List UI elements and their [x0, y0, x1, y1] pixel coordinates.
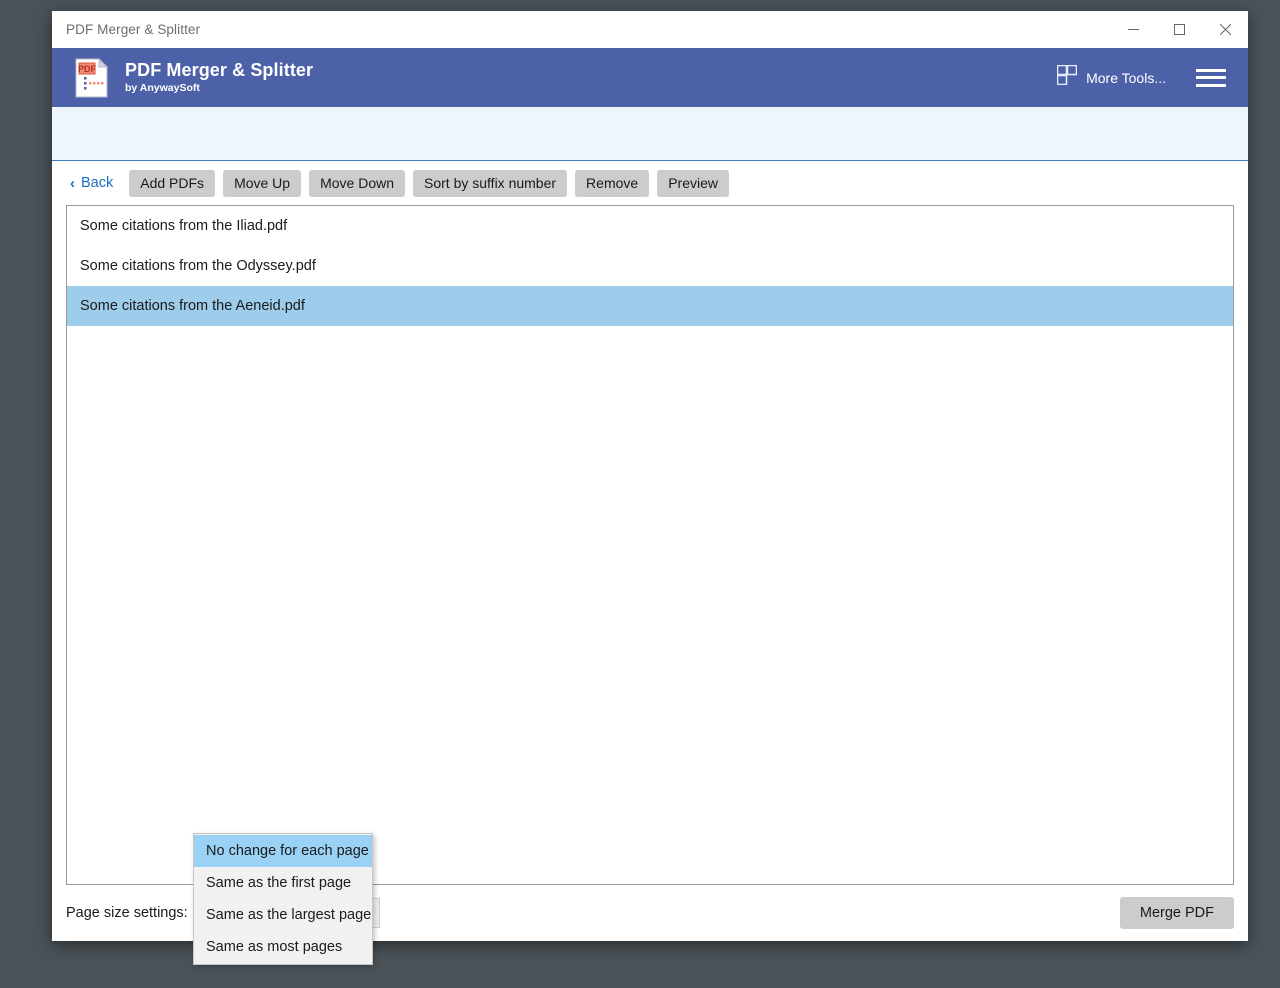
hamburger-menu-icon[interactable]	[1196, 66, 1226, 90]
grid-tools-icon	[1056, 64, 1078, 90]
file-list-container: Some citations from the Iliad.pdf Some c…	[52, 205, 1248, 885]
svg-text:PDF: PDF	[78, 64, 97, 74]
hamburger-bar	[1196, 83, 1226, 87]
toolbar: ‹ Back Add PDFs Move Up Move Down Sort b…	[52, 161, 1248, 205]
dropdown-option-first-page[interactable]: Same as the first page	[194, 867, 372, 899]
move-up-button[interactable]: Move Up	[223, 169, 302, 197]
hamburger-bar	[1196, 76, 1226, 79]
app-title-block: PDF Merger & Splitter by AnywaySoft	[125, 59, 314, 95]
dropdown-option-most-pages[interactable]: Same as most pages	[194, 931, 372, 963]
move-down-button[interactable]: Move Down	[309, 169, 406, 197]
list-item[interactable]: Some citations from the Aeneid.pdf	[67, 286, 1233, 326]
chevron-left-icon: ‹	[70, 174, 75, 192]
window-title: PDF Merger & Splitter	[66, 21, 201, 37]
app-vendor: by AnywaySoft	[125, 82, 200, 95]
close-icon[interactable]	[1202, 11, 1248, 47]
back-button[interactable]: ‹ Back	[66, 172, 121, 194]
merge-pdf-button[interactable]: Merge PDF	[1119, 897, 1234, 929]
dropdown-option-no-change[interactable]: No change for each page	[194, 835, 372, 867]
dropdown-option-largest-page[interactable]: Same as the largest page	[194, 899, 372, 931]
minimize-icon[interactable]	[1110, 11, 1156, 47]
app-header: PDF PDF Merger & Splitter by AnywaySoft	[52, 48, 1248, 107]
list-item[interactable]: Some citations from the Iliad.pdf	[67, 206, 1233, 246]
list-item[interactable]: Some citations from the Odyssey.pdf	[67, 246, 1233, 286]
file-list[interactable]: Some citations from the Iliad.pdf Some c…	[66, 205, 1234, 885]
more-tools-label: More Tools...	[1086, 69, 1166, 86]
pdf-document-icon: PDF	[74, 57, 110, 99]
application-window: PDF Merger & Splitter PDF PDF Merger & S…	[52, 11, 1248, 941]
header-actions: More Tools...	[1056, 48, 1248, 107]
back-label: Back	[81, 175, 114, 191]
window-titlebar: PDF Merger & Splitter	[52, 11, 1248, 48]
app-name: PDF Merger & Splitter	[125, 59, 314, 80]
maximize-icon[interactable]	[1156, 11, 1202, 47]
page-size-dropdown-menu[interactable]: No change for each page Same as the firs…	[193, 833, 373, 965]
preview-button[interactable]: Preview	[657, 169, 729, 197]
remove-button[interactable]: Remove	[575, 169, 650, 197]
window-controls	[1110, 11, 1248, 47]
sort-by-suffix-number-button[interactable]: Sort by suffix number	[413, 169, 568, 197]
more-tools-button[interactable]: More Tools...	[1056, 64, 1166, 90]
hamburger-bar	[1196, 68, 1226, 72]
page-size-settings-label: Page size settings:	[66, 905, 188, 921]
add-pdfs-button[interactable]: Add PDFs	[129, 169, 216, 197]
info-band	[52, 107, 1248, 161]
